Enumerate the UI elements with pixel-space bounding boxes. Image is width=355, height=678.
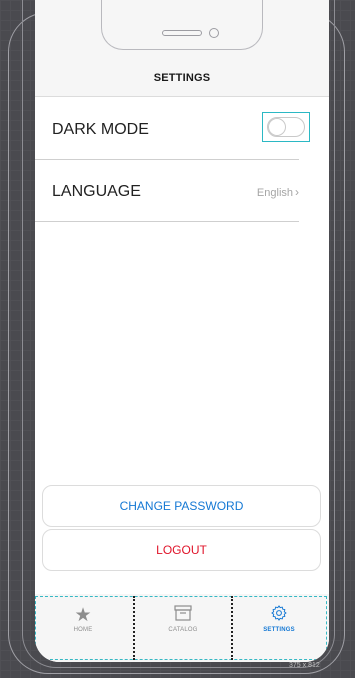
tab-home-label: HOME [73,627,93,633]
language-row[interactable]: LANGUAGE English › [35,159,299,222]
change-password-button[interactable]: CHANGE PASSWORD [42,485,321,527]
language-value: English [256,187,293,199]
dark-mode-toggle-selection [262,112,310,142]
gear-icon [231,604,327,624]
tab-settings[interactable]: SETTINGS [231,596,327,660]
language-label: LANGUAGE [52,183,141,200]
tab-catalog-label: CATALOG [168,627,198,633]
notch [101,0,263,50]
phone-screen: SETTINGS DARK MODE LANGUAGE English › CHA… [35,0,329,662]
tab-catalog[interactable]: CATALOG [133,596,233,660]
dark-mode-row: DARK MODE [35,97,310,160]
bottom-nav: ★ HOME CATALOG SETTINGS [35,594,329,662]
top-bar: SETTINGS [35,0,329,97]
tab-home[interactable]: ★ HOME [35,596,131,660]
canvas-size-label: 375 x 812 [289,662,320,669]
tab-settings-label: SETTINGS [263,627,295,633]
archive-icon [135,604,231,624]
speaker-icon [162,30,202,36]
star-icon: ★ [74,605,92,626]
chevron-right-icon: › [295,185,299,199]
dark-mode-toggle[interactable] [267,117,305,137]
language-value-wrap: English › [257,185,299,199]
dark-mode-label: DARK MODE [52,121,149,138]
page-title: SETTINGS [153,72,211,84]
logout-button[interactable]: LOGOUT [42,529,321,571]
toggle-knob [268,118,286,136]
camera-icon [209,28,219,38]
